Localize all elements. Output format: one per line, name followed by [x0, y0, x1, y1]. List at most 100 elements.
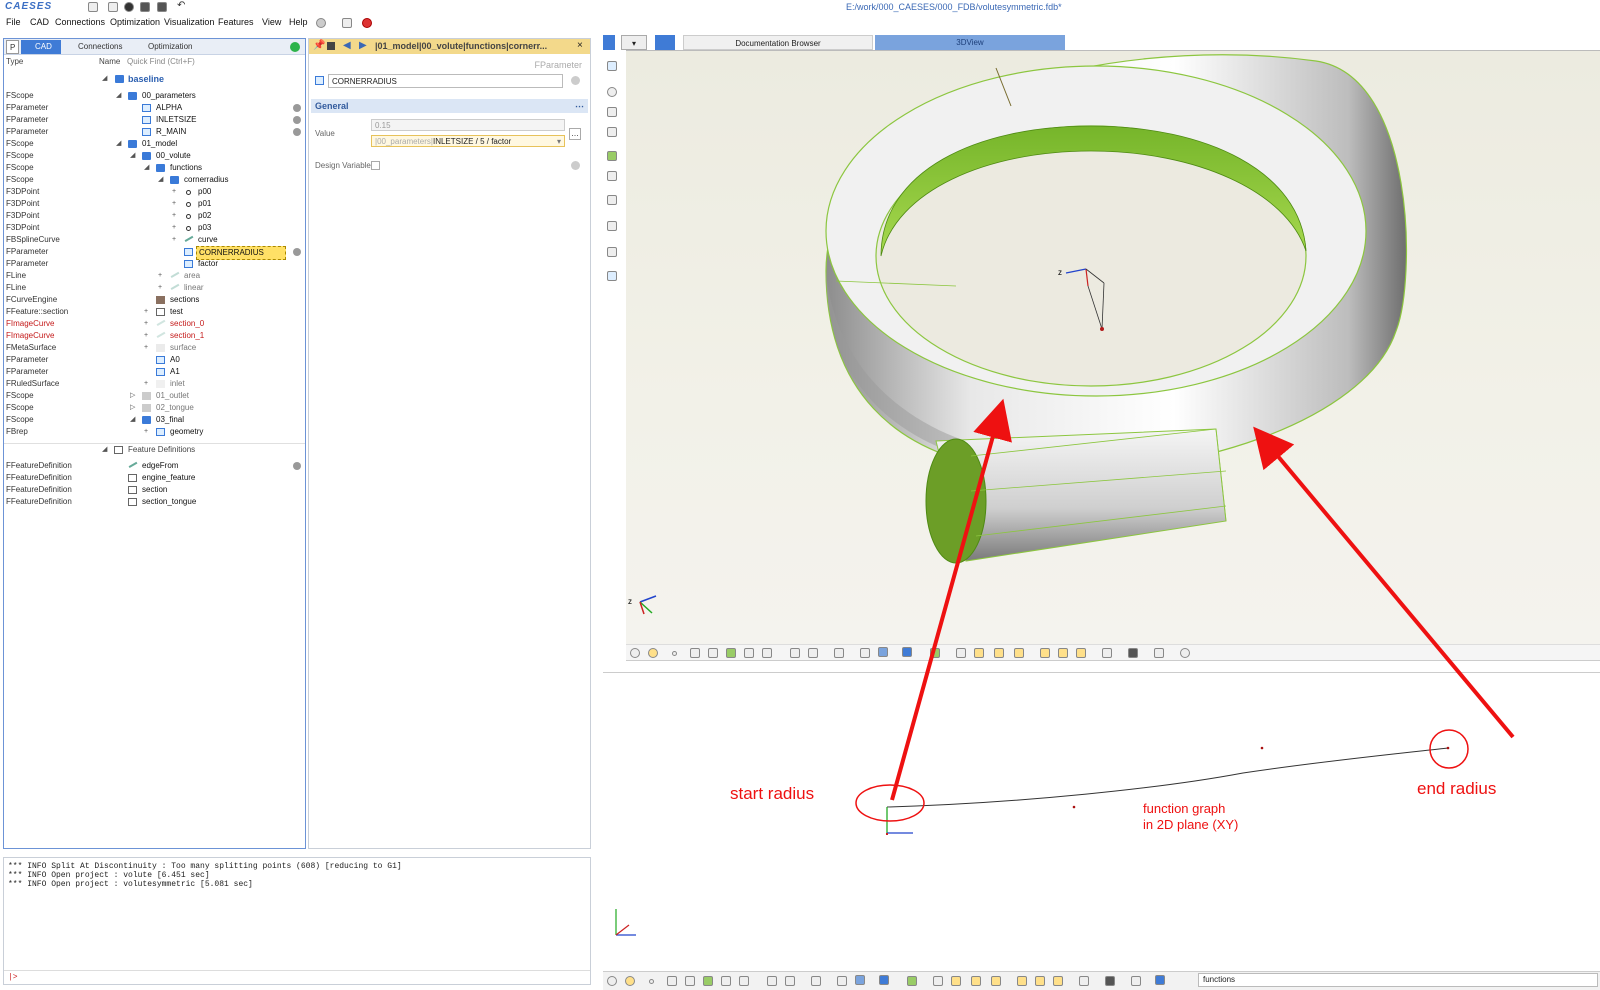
view-neg-y-icon[interactable]: [1035, 976, 1045, 986]
console-input[interactable]: |>: [4, 970, 590, 984]
tree-row[interactable]: FScope ▷ 01_outlet: [4, 390, 305, 402]
section-icon[interactable]: [808, 648, 818, 658]
table-icon[interactable]: [1131, 976, 1141, 986]
quick-find-input[interactable]: Quick Find (Ctrl+F): [127, 57, 195, 66]
tree-row[interactable]: FImageCurve + section_1: [4, 330, 305, 342]
iso-view-icon[interactable]: [956, 648, 966, 658]
show-surfaces-icon[interactable]: [708, 648, 718, 658]
view-neg-z-icon[interactable]: [1076, 648, 1086, 658]
measure-icon[interactable]: [762, 648, 772, 658]
surface-tool-icon[interactable]: [607, 127, 617, 137]
view-xz-icon[interactable]: [994, 648, 1004, 658]
tree-row[interactable]: FLine + linear: [4, 282, 305, 294]
grid-icon[interactable]: [811, 976, 821, 986]
sync-icon[interactable]: [290, 42, 300, 52]
clip-icon[interactable]: [790, 648, 800, 658]
name-field[interactable]: CORNERRADIUS: [328, 74, 563, 88]
tree-row[interactable]: FBrep + geometry: [4, 426, 305, 438]
tab-p[interactable]: P: [6, 40, 20, 54]
parameter-tool-icon[interactable]: [607, 61, 617, 71]
open-icon[interactable]: [108, 2, 118, 12]
view-xy-icon[interactable]: [951, 976, 961, 986]
tree-row[interactable]: FScope ◢ cornerradius: [4, 174, 305, 186]
stop-icon[interactable]: [362, 18, 372, 28]
view-neg-z-icon[interactable]: [1053, 976, 1063, 986]
iso-view-icon[interactable]: [933, 976, 943, 986]
info-icon[interactable]: [902, 647, 912, 657]
zoom-icon[interactable]: [1180, 648, 1190, 658]
menu-features[interactable]: Features: [218, 17, 254, 27]
tree-row[interactable]: FParameter A0: [4, 354, 305, 366]
section-icon[interactable]: [785, 976, 795, 986]
tree-row[interactable]: ◢ baseline: [4, 73, 305, 85]
tree-row[interactable]: FScope ◢ 00_volute: [4, 150, 305, 162]
tree-row[interactable]: F3DPoint + p00: [4, 186, 305, 198]
help-icon[interactable]: [571, 161, 580, 170]
folder-icon[interactable]: [603, 35, 615, 50]
shade-icon[interactable]: [837, 976, 847, 986]
tree-row[interactable]: FScope ◢ functions: [4, 162, 305, 174]
tree-row[interactable]: FScope ◢ 00_parameters: [4, 90, 305, 102]
tree-row[interactable]: FLine + area: [4, 270, 305, 282]
view-neg-x-icon[interactable]: [1017, 976, 1027, 986]
tab-connections[interactable]: Connections: [64, 40, 130, 54]
tree-row[interactable]: FFeatureDefinition section: [4, 484, 305, 496]
menu-cad[interactable]: CAD: [30, 17, 49, 27]
grid-icon[interactable]: [834, 648, 844, 658]
measure-tool-icon[interactable]: [607, 221, 617, 231]
tree-row-selected[interactable]: FParameter CORNERRADIUS: [4, 246, 305, 260]
back-arrow-icon[interactable]: ◀: [343, 40, 351, 51]
tab-documentation-browser[interactable]: Documentation Browser: [683, 35, 873, 50]
tree-row[interactable]: F3DPoint + p01: [4, 198, 305, 210]
pin-icon[interactable]: 📌: [313, 40, 325, 51]
curve-tool-icon[interactable]: [607, 107, 617, 117]
edit-icon[interactable]: [1102, 648, 1112, 658]
menu-file[interactable]: File: [6, 17, 21, 27]
show-curves-icon[interactable]: [667, 976, 677, 986]
edit-icon[interactable]: [1079, 976, 1089, 986]
tree-row[interactable]: FFeatureDefinition engine_feature: [4, 472, 305, 484]
show-solids-icon[interactable]: [726, 648, 736, 658]
stop-square-icon[interactable]: [327, 42, 335, 50]
view-reset-icon[interactable]: [607, 976, 617, 986]
close-icon[interactable]: [124, 2, 134, 12]
tree-row[interactable]: FScope ◢ 03_final: [4, 414, 305, 426]
tree-row[interactable]: F3DPoint + p02: [4, 210, 305, 222]
view-neg-y-icon[interactable]: [1058, 648, 1068, 658]
folder-icon[interactable]: [655, 35, 675, 50]
forward-arrow-icon[interactable]: ▶: [359, 40, 367, 51]
general-section-header[interactable]: General ⋯: [311, 99, 588, 113]
undo-icon[interactable]: ↶: [177, 1, 187, 12]
view-fit-icon[interactable]: [625, 976, 635, 986]
tree-row[interactable]: FScope ▷ 02_tongue: [4, 402, 305, 414]
clip-icon[interactable]: [767, 976, 777, 986]
show-mesh-icon[interactable]: [744, 648, 754, 658]
tree-row[interactable]: F3DPoint + p03: [4, 222, 305, 234]
screenshot-icon[interactable]: [1128, 648, 1138, 658]
column-name[interactable]: Name: [99, 57, 120, 66]
search-input[interactable]: functions: [1198, 973, 1598, 987]
mesh-tool-icon[interactable]: [607, 171, 617, 181]
tree-row[interactable]: FFeatureDefinition edgeFrom: [4, 460, 305, 472]
show-curves-icon[interactable]: [690, 648, 700, 658]
tree-row[interactable]: FFeature::section + test: [4, 306, 305, 318]
view-neg-x-icon[interactable]: [1040, 648, 1050, 658]
layout-dropdown[interactable]: ▾: [621, 35, 647, 50]
view-xy-icon[interactable]: [974, 648, 984, 658]
view-fit-icon[interactable]: [648, 648, 658, 658]
design-variable-checkbox[interactable]: [371, 161, 380, 170]
perspective-icon[interactable]: [878, 647, 888, 657]
tree-row[interactable]: FParameter factor: [4, 258, 305, 270]
tree-row[interactable]: FFeatureDefinition section_tongue: [4, 496, 305, 508]
show-points-icon[interactable]: [649, 979, 654, 984]
tree-row[interactable]: FParameter A1: [4, 366, 305, 378]
value-expression-field[interactable]: |00_parameters|INLETSIZE / 5 / factor ▾: [371, 135, 565, 147]
close-editor-icon[interactable]: ×: [577, 40, 583, 51]
view-reset-icon[interactable]: [630, 648, 640, 658]
show-solids-icon[interactable]: [703, 976, 713, 986]
solid-tool-icon[interactable]: [607, 151, 617, 161]
import-tool-icon[interactable]: [607, 195, 617, 205]
help-icon[interactable]: [571, 76, 580, 85]
menu-view[interactable]: View: [262, 17, 281, 27]
new-icon[interactable]: [88, 2, 98, 12]
